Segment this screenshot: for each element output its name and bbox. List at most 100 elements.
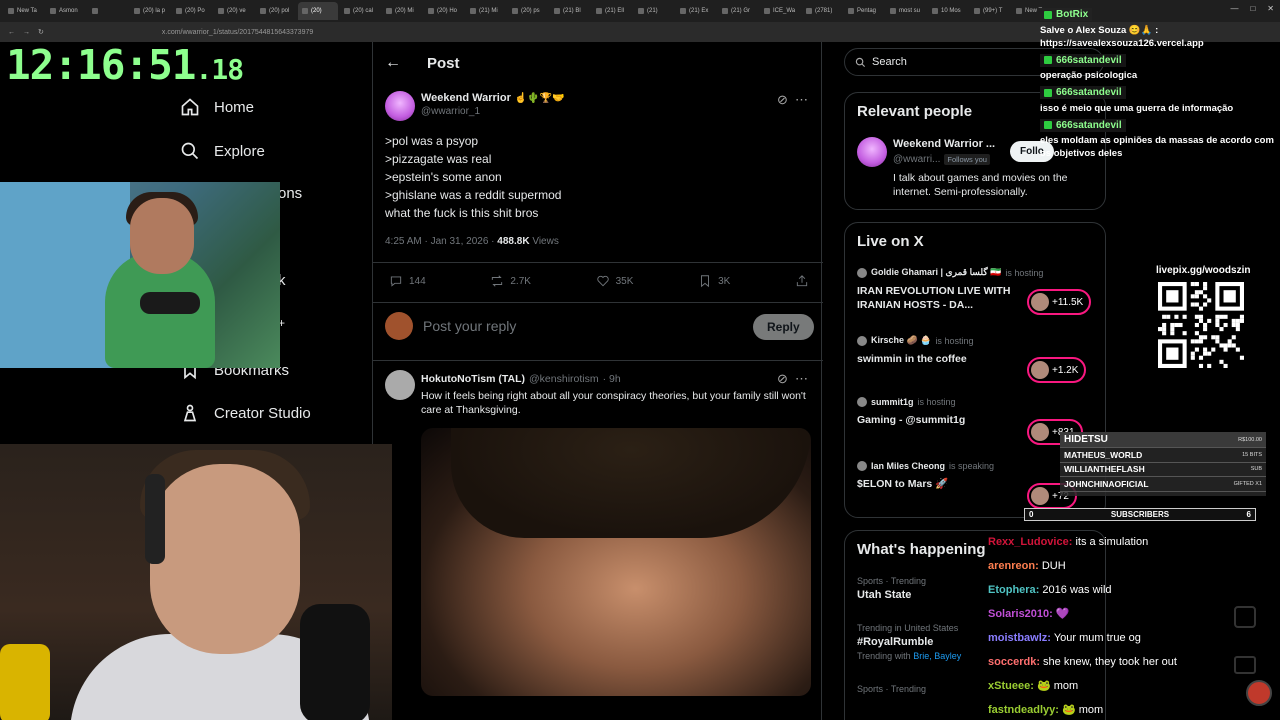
- tab-favicon-icon: [680, 8, 686, 14]
- tweet-time[interactable]: 4:25 AM · Jan 31, 2026 ·: [385, 236, 497, 247]
- browser-tab[interactable]: (99+) T: [970, 2, 1010, 20]
- browser-tab[interactable]: most su: [886, 2, 926, 20]
- chat-user[interactable]: fastndeadlyy: [988, 704, 1055, 716]
- chat-user[interactable]: Rexx_Ludovice: [988, 536, 1069, 548]
- nav-notifications[interactable]: ons: [278, 185, 302, 202]
- tab-favicon-icon: [1016, 8, 1022, 14]
- tweet-author[interactable]: Weekend Warrior ☝️🌵🏆🤝 @wwarrior_1: [421, 92, 565, 117]
- browser-tab[interactable]: (21) Mi: [466, 2, 506, 20]
- like-button[interactable]: 35K: [596, 274, 634, 288]
- tab-favicon-icon: [92, 8, 98, 14]
- bookmark-button[interactable]: 3K: [698, 274, 730, 288]
- tab-label: ICE_Wa: [773, 8, 796, 14]
- live-listeners-badge[interactable]: +1.2K: [1027, 357, 1087, 383]
- reply-time: · 9h: [602, 373, 621, 385]
- livepix-title: livepix.gg/woodszin: [1156, 265, 1251, 276]
- more-icon[interactable]: ⋯: [795, 92, 808, 108]
- messages-icon[interactable]: [1234, 656, 1256, 674]
- browser-tab[interactable]: [88, 2, 128, 20]
- browser-tab[interactable]: (20) Po: [172, 2, 212, 20]
- browser-tab[interactable]: (21) Ell: [592, 2, 632, 20]
- chat-message: fastndeadlyy: 🐸 mom: [988, 704, 1104, 716]
- grok-icon[interactable]: ⊘: [777, 371, 788, 387]
- chat-text: isso é meio que uma guerra de informação: [1040, 102, 1234, 114]
- donor-name: MATHEUS_WORLD: [1064, 449, 1143, 460]
- browser-tab[interactable]: (20) cal: [340, 2, 380, 20]
- tab-label: (21) Gr: [731, 8, 751, 14]
- nav-home[interactable]: Home: [180, 97, 254, 117]
- search-icon: [855, 57, 866, 67]
- grok-icon[interactable]: [1234, 606, 1256, 628]
- chat-user[interactable]: xStueee: [988, 680, 1030, 692]
- browser-tab[interactable]: (21) Gr: [718, 2, 758, 20]
- browser-tab[interactable]: New Ta: [4, 2, 44, 20]
- author-handle: @kenshirotism: [529, 373, 599, 385]
- reply-input[interactable]: Post your reply: [423, 318, 516, 334]
- share-button[interactable]: [795, 274, 809, 288]
- browser-tab[interactable]: (20) pol: [256, 2, 296, 20]
- chat-user[interactable]: Etophera: [988, 584, 1036, 596]
- trend-item[interactable]: Sports · Trending: [857, 684, 926, 694]
- chat-user[interactable]: moistbawlz: [988, 632, 1047, 644]
- forward-arrow-icon[interactable]: →: [23, 29, 30, 36]
- reply-author[interactable]: HokutoNoTism (TAL) @kenshirotism · 9h: [421, 373, 621, 385]
- tweet-meta: 4:25 AM · Jan 31, 2026 · 488.8K Views: [385, 236, 559, 247]
- tweet-media-image[interactable]: [421, 428, 811, 696]
- back-arrow-icon[interactable]: ←: [385, 54, 401, 72]
- browser-tab[interactable]: (20): [298, 2, 338, 20]
- browser-tab[interactable]: (21) Bl: [550, 2, 590, 20]
- browser-tab[interactable]: Asmon: [46, 2, 86, 20]
- more-icon[interactable]: ⋯: [795, 371, 808, 387]
- browser-tab[interactable]: (20) Ho: [424, 2, 464, 20]
- chat-text: 🐸 mom: [1036, 680, 1079, 692]
- browser-tab[interactable]: (20) ve: [214, 2, 254, 20]
- host-name: summit1g: [871, 397, 914, 407]
- chat-user[interactable]: Solaris2010: [988, 608, 1049, 620]
- avatar[interactable]: [385, 370, 415, 400]
- browser-tab[interactable]: (20) Mi: [382, 2, 422, 20]
- subscriber-bar: 0 SUBSCRIBERS 6: [1024, 508, 1256, 521]
- browser-tab[interactable]: ICE_Wa: [760, 2, 800, 20]
- nav-creator-studio[interactable]: Creator Studio: [180, 403, 311, 423]
- trend-item[interactable]: Trending in United States #RoyalRumble T…: [857, 623, 961, 661]
- host-status: is hosting: [917, 397, 956, 407]
- avatar: [1031, 423, 1049, 441]
- browser-tab[interactable]: (21) Ex: [676, 2, 716, 20]
- browser-tab[interactable]: (20) ps: [508, 2, 548, 20]
- browser-tab[interactable]: Pentag: [844, 2, 884, 20]
- browser-tab[interactable]: (2781): [802, 2, 842, 20]
- like-count: 35K: [615, 275, 634, 287]
- repost-button[interactable]: 2.7K: [490, 274, 531, 288]
- avatar[interactable]: [857, 137, 887, 167]
- share-icon: [796, 275, 808, 287]
- chat-text: DUH: [1041, 560, 1066, 572]
- chat-user[interactable]: arenreon: [988, 560, 1035, 572]
- grok-icon[interactable]: ⊘: [777, 92, 788, 108]
- avatar[interactable]: [1246, 680, 1272, 706]
- chat-text: eles moldam as opiniões da massas de aco…: [1040, 135, 1274, 159]
- nav-explore[interactable]: Explore: [180, 141, 265, 161]
- tab-favicon-icon: [134, 8, 140, 14]
- reply-button[interactable]: 144: [389, 274, 426, 288]
- trend-item[interactable]: Sports · Trending Utah State: [857, 576, 926, 601]
- reply-submit-button[interactable]: Reply: [753, 314, 814, 340]
- user-avatar[interactable]: [385, 312, 413, 340]
- panel-title: Relevant people: [857, 103, 973, 120]
- browser-tab[interactable]: (20) la p: [130, 2, 170, 20]
- author-handle: @wwarri...: [893, 154, 941, 165]
- avatar[interactable]: [385, 91, 415, 121]
- chat-user[interactable]: soccerdk: [988, 656, 1036, 668]
- reload-icon[interactable]: ↻: [38, 28, 44, 36]
- url-field[interactable]: x.com/wwarrior_1/status/2017544815643373…: [162, 29, 313, 36]
- tab-label: Pentag: [857, 8, 877, 14]
- trend-links[interactable]: Brie, Bayley: [913, 651, 961, 661]
- browser-tab[interactable]: 10 Mos: [928, 2, 968, 20]
- listener-count: +1.2K: [1052, 364, 1079, 376]
- chat-text: 2016 was wild: [1042, 584, 1112, 596]
- back-arrow-icon[interactable]: ←: [8, 29, 15, 36]
- live-listeners-badge[interactable]: +11.5K: [1027, 289, 1092, 315]
- browser-tab[interactable]: (21): [634, 2, 674, 20]
- timer-main: 12:16:51: [6, 41, 196, 89]
- display-name[interactable]: Weekend Warrior ...: [893, 138, 995, 150]
- chat-message: Rexx_Ludovice: its a simulation: [988, 536, 1149, 548]
